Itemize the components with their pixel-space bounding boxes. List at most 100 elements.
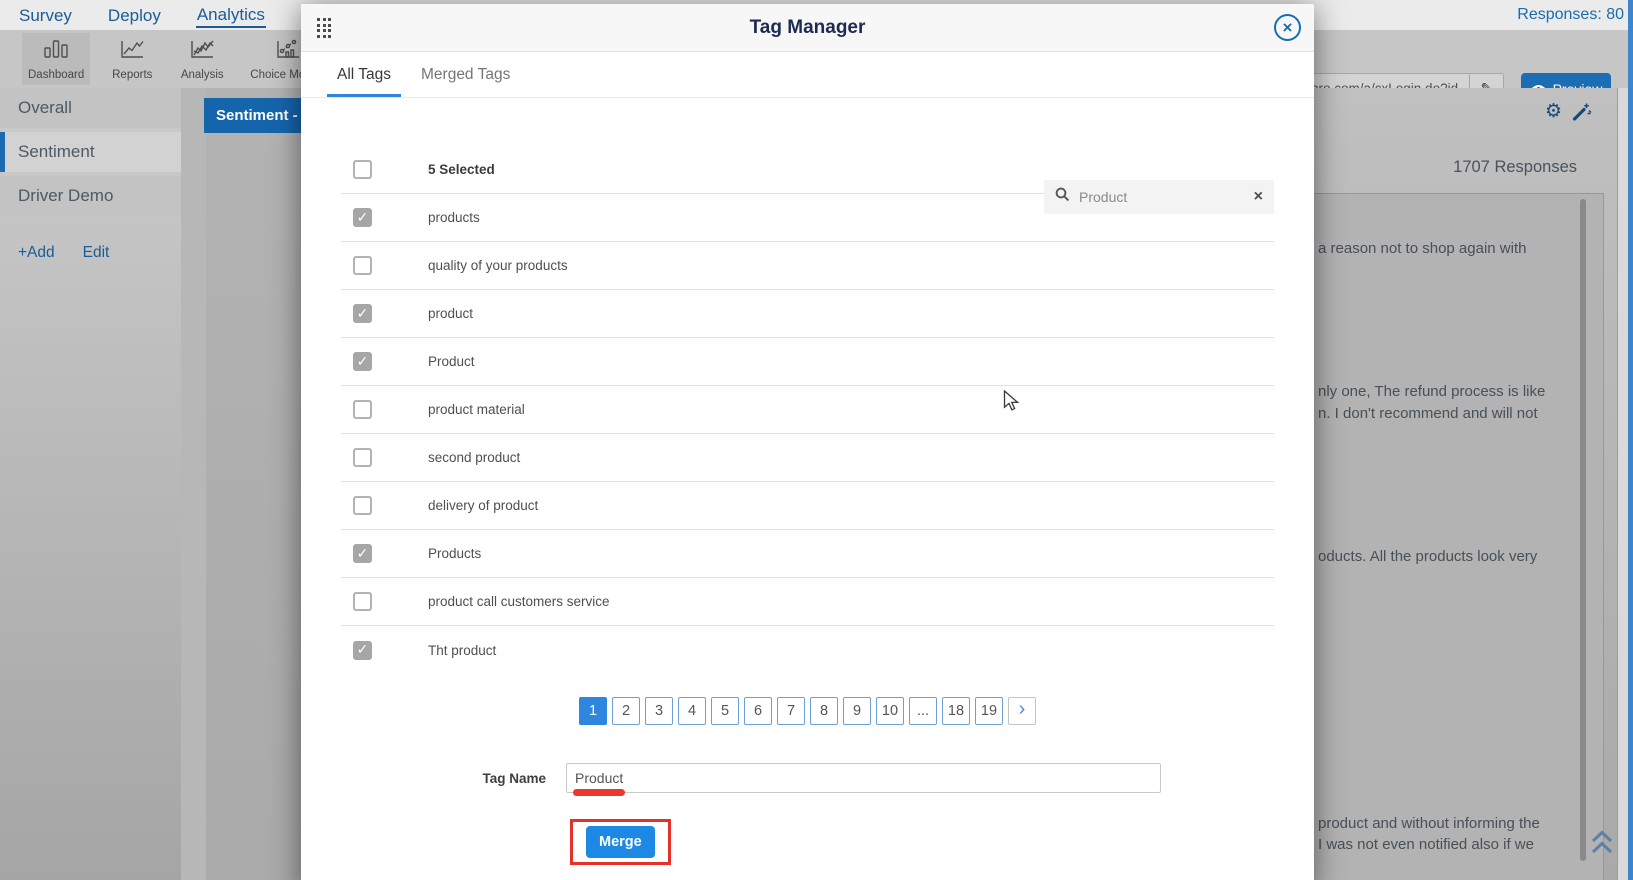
tag-row: product [341, 290, 1274, 338]
pagination: 1 2 3 4 5 6 7 8 9 10 ... 18 19 › [341, 697, 1274, 725]
toolbar-tiles: Dashboard Reports Analysis Choice Modell… [22, 33, 332, 85]
page-button[interactable]: 19 [975, 697, 1003, 725]
edit-dashboard-link[interactable]: Edit [83, 244, 110, 262]
tile-label: Reports [112, 68, 153, 81]
magic-wand-icon[interactable] [1571, 101, 1592, 127]
sidebar-item-overall[interactable]: Overall [0, 88, 181, 128]
tag-checkbox[interactable] [353, 496, 372, 515]
tag-row: Tht product [341, 626, 1274, 674]
tag-search-box: × [1044, 180, 1274, 214]
sidebar-item-driver-demo[interactable]: Driver Demo [0, 176, 181, 216]
close-icon[interactable]: × [1274, 14, 1301, 41]
tag-checkbox[interactable] [353, 640, 372, 660]
tag-row: second product [341, 434, 1274, 482]
tag-search-input[interactable] [1079, 189, 1245, 205]
tile-reports[interactable]: Reports [104, 33, 160, 85]
tag-checkbox[interactable] [353, 544, 372, 563]
drag-handle-icon[interactable] [317, 18, 331, 38]
tag-row: product material [341, 386, 1274, 434]
tag-checkbox[interactable] [353, 592, 372, 611]
search-icon [1055, 187, 1070, 207]
tag-label: delivery of product [428, 498, 539, 513]
tag-row: delivery of product [341, 482, 1274, 530]
nav-item[interactable]: Deploy [107, 3, 162, 27]
page-button[interactable]: 10 [876, 697, 904, 725]
tag-manager-modal: Tag Manager × All Tags Merged Tags × 5 S… [301, 4, 1314, 880]
modal-title: Tag Manager [749, 17, 866, 38]
page-button[interactable]: 4 [678, 697, 706, 725]
add-dashboard-link[interactable]: +Add [18, 244, 55, 262]
next-page-button[interactable]: › [1008, 697, 1036, 725]
clear-search-icon[interactable]: × [1254, 189, 1263, 205]
tab-all-tags[interactable]: All Tags [327, 52, 401, 97]
nav-item[interactable]: Survey [18, 3, 73, 27]
tag-name-label: Tag Name [482, 770, 546, 786]
multi-line-chart-icon [189, 38, 215, 65]
scatter-chart-icon [275, 38, 301, 65]
merge-button[interactable]: Merge [586, 826, 655, 858]
tag-label: products [428, 210, 480, 225]
page-button[interactable]: 5 [711, 697, 739, 725]
nav-item[interactable]: Analytics [195, 2, 266, 28]
tag-checkbox[interactable] [353, 448, 372, 467]
page-button[interactable]: 8 [810, 697, 838, 725]
bar-chart-icon [43, 38, 69, 65]
card-scrollbar[interactable] [1580, 199, 1586, 861]
dashboard-sidebar: Overall Sentiment Driver Demo +Add Edit [0, 88, 181, 880]
red-underline-annotation [573, 789, 625, 796]
page-button[interactable]: 18 [942, 697, 970, 725]
tag-name-input[interactable] [566, 763, 1161, 793]
tag-checkbox[interactable] [353, 400, 372, 419]
tile-analysis[interactable]: Analysis [174, 33, 230, 85]
modal-header: Tag Manager × [301, 4, 1314, 52]
selection-summary: 5 Selected [428, 162, 495, 177]
red-box-annotation: Merge [570, 819, 671, 865]
panel-divider [1617, 88, 1618, 880]
tag-label: second product [428, 450, 521, 465]
scroll-to-top-icon[interactable] [1590, 829, 1614, 861]
response-snippet: oducts. All the products look very [1318, 548, 1538, 565]
response-snippet: I was not even notified also if we [1318, 836, 1534, 853]
sidebar-links: +Add Edit [0, 244, 181, 262]
tag-label: product call customers service [428, 594, 610, 609]
page-button[interactable]: 1 [579, 697, 607, 725]
tag-checkbox[interactable] [353, 256, 372, 275]
page-button[interactable]: 9 [843, 697, 871, 725]
page-button[interactable]: 6 [744, 697, 772, 725]
content-gutter [181, 88, 206, 880]
tag-checkbox[interactable] [353, 304, 372, 323]
responses-count-label: 1707 Responses [1453, 158, 1577, 176]
tag-label: Product [428, 354, 475, 369]
tag-label: quality of your products [428, 258, 568, 273]
response-snippet: product and without informing the [1318, 815, 1540, 832]
page-button[interactable]: 7 [777, 697, 805, 725]
page-button[interactable]: ... [909, 697, 937, 725]
modal-tabs: All Tags Merged Tags [301, 52, 1314, 98]
tag-name-wrap [566, 763, 1161, 796]
tile-label: Analysis [180, 68, 224, 81]
page-button[interactable]: 3 [645, 697, 673, 725]
tag-label: Tht product [428, 642, 497, 658]
tag-checkbox[interactable] [353, 352, 372, 371]
tag-rows: products quality of your products produc… [341, 194, 1274, 674]
tab-merged-tags[interactable]: Merged Tags [411, 52, 520, 97]
tag-row: quality of your products [341, 242, 1274, 290]
tag-row: Products [341, 530, 1274, 578]
select-all-checkbox[interactable] [353, 160, 372, 179]
tile-dashboard[interactable]: Dashboard [22, 33, 91, 85]
chevron-right-icon: › [1018, 698, 1026, 720]
tag-label: product material [428, 402, 525, 417]
tag-row: product call customers service [341, 578, 1274, 626]
tag-label: product [428, 306, 474, 321]
page-button[interactable]: 2 [612, 697, 640, 725]
tag-name-row: Tag Name [341, 763, 1274, 796]
tag-checkbox[interactable] [353, 208, 372, 227]
sidebar-item-sentiment[interactable]: Sentiment [0, 132, 181, 172]
response-snippet: nly one, The refund process is like [1318, 383, 1546, 400]
tag-label: Products [428, 546, 482, 561]
responses-count-badge: Responses: 80 [1517, 6, 1624, 23]
modal-body: × 5 Selected products quality of your pr… [301, 98, 1314, 865]
tag-row: Product [341, 338, 1274, 386]
gear-icon[interactable]: ⚙ [1545, 100, 1562, 122]
responses-card [1300, 193, 1604, 880]
